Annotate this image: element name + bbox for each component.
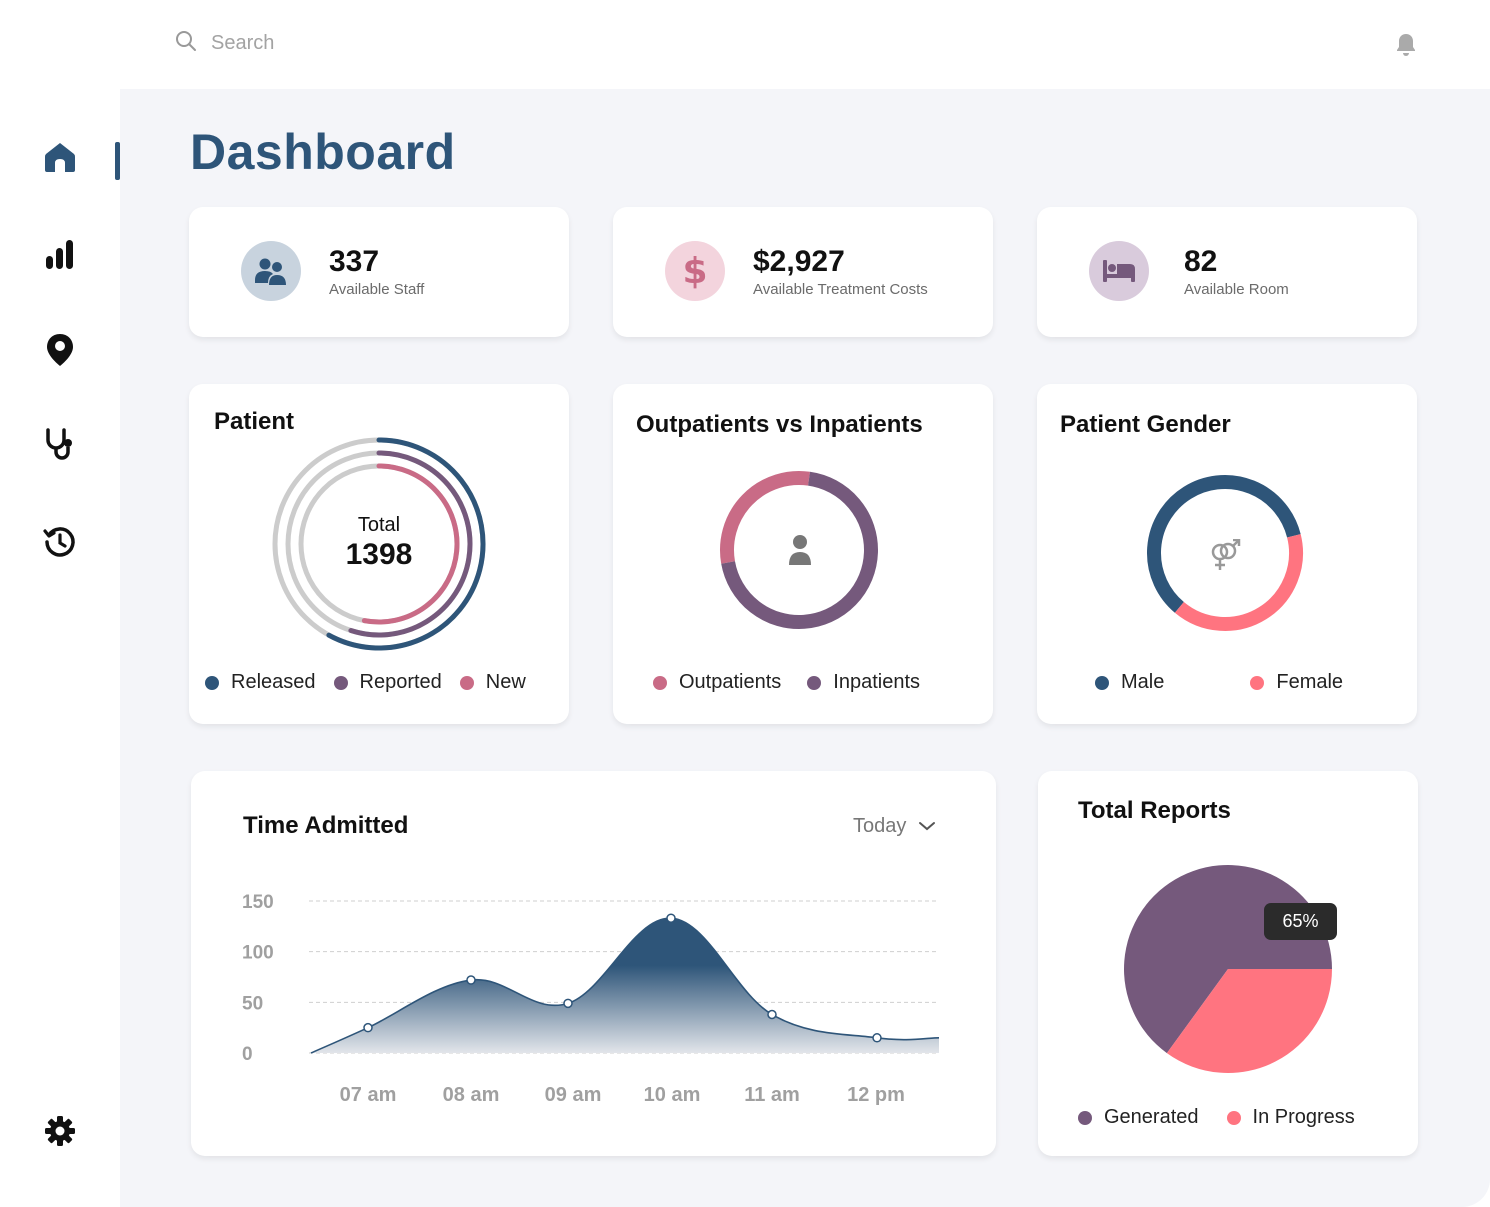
rooms-label: Available Room (1184, 281, 1289, 298)
y-tick-label: 0 (242, 1044, 253, 1065)
legend-inpatients: Inpatients (807, 671, 920, 694)
legend-label-female: Female (1276, 671, 1344, 693)
legend-label-male: Male (1121, 671, 1165, 693)
legend-dot-new (459, 675, 474, 690)
sidebar-item-location[interactable] (42, 333, 78, 372)
dollar-icon: $ (665, 241, 725, 301)
rooms-count: 82 (1184, 245, 1218, 278)
costs-label: Available Treatment Costs (753, 281, 928, 298)
outpatients-card: Outpatients vs Inpatients Outpatients In… (613, 384, 993, 724)
legend-dot-outpatients (653, 675, 667, 690)
home-icon (43, 141, 77, 178)
gender-card: Patient Gender Male Female (1037, 384, 1417, 724)
reports-card: Total Reports 65% Generated In Progress (1038, 771, 1418, 1156)
legend-dot-released (205, 675, 219, 690)
data-point[interactable] (363, 1022, 373, 1033)
x-tick-label: 11 am (744, 1084, 800, 1106)
x-tick-label: 08 am (443, 1084, 500, 1106)
legend-reported: Reported (333, 671, 442, 694)
legend-label-generated: Generated (1104, 1106, 1199, 1128)
y-tick-label: 50 (242, 993, 263, 1014)
stat-card-staff: 337 Available Staff (189, 207, 569, 337)
legend-generated: Generated (1078, 1106, 1199, 1129)
stat-card-rooms: 82 Available Room (1037, 207, 1417, 337)
bar-chart-icon (44, 238, 76, 275)
legend-female: Female (1250, 671, 1343, 694)
top-bar (0, 0, 1490, 89)
sidebar-item-doctors[interactable] (42, 427, 78, 468)
legend-released: Released (205, 671, 316, 694)
costs-value: $2,927 (753, 245, 845, 278)
reports-tooltip: 65% (1264, 903, 1337, 940)
sidebar-item-home[interactable] (42, 141, 78, 177)
data-point[interactable] (767, 1009, 777, 1020)
sidebar-item-analytics[interactable] (42, 238, 78, 274)
data-point[interactable] (666, 913, 676, 923)
search-bar[interactable] (175, 30, 411, 57)
outpatients-legend: Outpatients Inpatients (653, 671, 920, 694)
legend-new: New (459, 671, 526, 694)
gender-symbol-icon (1208, 538, 1242, 576)
legend-in-progress: In Progress (1226, 1106, 1355, 1129)
gender-legend: Male Female (1095, 671, 1343, 694)
legend-dot-male (1095, 675, 1109, 690)
sidebar (0, 89, 120, 1207)
legend-dot-in-progress (1226, 1110, 1241, 1125)
legend-dot-reported (333, 675, 348, 690)
y-tick-label: 100 (242, 943, 274, 964)
gear-icon (44, 1115, 76, 1152)
staff-icon (241, 241, 301, 301)
staff-count: 337 (329, 245, 380, 278)
sidebar-item-history[interactable] (42, 526, 78, 562)
area-fill (311, 918, 939, 1053)
legend-dot-generated (1078, 1110, 1092, 1125)
page-title: Dashboard (190, 124, 456, 180)
x-tick-label: 12 pm (847, 1084, 905, 1106)
person-icon (788, 534, 812, 571)
staff-label: Available Staff (329, 281, 425, 298)
location-pin-icon (46, 333, 74, 372)
search-input[interactable] (211, 32, 411, 55)
stat-card-costs: $ $2,927 Available Treatment Costs (613, 207, 993, 337)
legend-label-outpatients: Outpatients (679, 671, 782, 693)
bed-icon (1089, 241, 1149, 301)
legend-label-reported: Reported (359, 671, 442, 693)
data-point[interactable] (466, 975, 476, 985)
data-point[interactable] (872, 1033, 882, 1043)
x-tick-label: 10 am (644, 1084, 701, 1106)
legend-label-released: Released (231, 671, 316, 693)
legend-label-in-progress: In Progress (1252, 1106, 1355, 1128)
patient-total-label: Total (357, 514, 401, 536)
x-tick-label: 09 am (545, 1084, 602, 1106)
patient-card: Patient Total 1398 Released Reported New (189, 384, 569, 724)
patient-legend: Released Reported New (205, 671, 526, 694)
stethoscope-icon (43, 427, 77, 468)
main-content: Dashboard 337 Available Staff $ $2,927 A… (120, 89, 1490, 1207)
legend-male: Male (1095, 671, 1164, 694)
data-point[interactable] (563, 998, 573, 1009)
sidebar-item-settings[interactable] (42, 1115, 78, 1151)
time-admitted-card: Time Admitted Today 0 50 100 150 07 am 08 am 0… (191, 771, 996, 1156)
time-admitted-area-chart: 0 50 100 150 07 am 08 am 09 am 10 am 11 am 12 pm (242, 892, 940, 1106)
reports-pie-chart (1124, 865, 1332, 1073)
y-tick-label: 150 (242, 892, 274, 913)
legend-dot-female (1250, 675, 1265, 690)
history-icon (43, 525, 77, 564)
bell-icon[interactable] (1394, 32, 1418, 63)
legend-outpatients: Outpatients (653, 671, 781, 694)
legend-label-new: New (485, 671, 526, 693)
x-tick-label: 07 am (340, 1084, 397, 1106)
legend-label-inpatients: Inpatients (833, 671, 921, 693)
patient-total-value: 1398 (345, 538, 413, 571)
legend-dot-inpatients (807, 675, 822, 690)
search-icon (175, 30, 197, 57)
reports-legend: Generated In Progress (1078, 1106, 1355, 1129)
